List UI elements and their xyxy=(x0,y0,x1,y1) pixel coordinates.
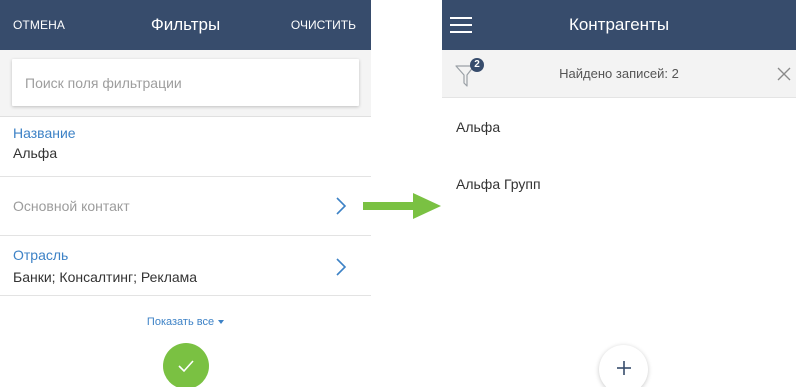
filter-field-name-label: Название xyxy=(13,125,76,141)
right-arrow-icon xyxy=(363,193,441,219)
caret-down-icon xyxy=(218,320,225,324)
check-icon xyxy=(178,360,194,373)
filter-field-name[interactable]: Название Альфа xyxy=(0,118,371,177)
active-filter-bar: 2 Найдено записей: 2 xyxy=(442,50,796,98)
filter-field-main-contact-label: Основной контакт xyxy=(13,198,130,214)
filter-search-area xyxy=(0,50,371,117)
chevron-right-icon xyxy=(335,257,347,277)
clear-button[interactable]: ОЧИСТИТЬ xyxy=(291,0,356,50)
chevron-right-icon xyxy=(335,196,347,216)
filter-field-industry-value: Банки; Консалтинг; Реклама xyxy=(13,269,198,285)
filter-field-industry-label: Отрасль xyxy=(13,247,69,263)
cancel-button[interactable]: ОТМЕНА xyxy=(13,0,65,50)
close-icon[interactable] xyxy=(776,66,792,82)
show-all-link[interactable]: Показать все xyxy=(0,316,371,328)
filter-field-name-value: Альфа xyxy=(13,145,58,161)
plus-icon xyxy=(617,361,631,375)
filter-field-industry[interactable]: Отрасль Банки; Консалтинг; Реклама xyxy=(0,236,371,296)
add-record-button[interactable] xyxy=(599,345,648,387)
found-records-text: Найдено записей: 2 xyxy=(559,66,679,81)
show-all-label: Показать все xyxy=(146,316,215,328)
apply-filters-button[interactable] xyxy=(163,343,209,387)
filters-screen: ОТМЕНА Фильтры ОЧИСТИТЬ Название Альфа О… xyxy=(0,0,371,387)
record-item[interactable]: Альфа Групп xyxy=(456,176,541,192)
contractors-screen: Контрагенты 2 Найдено записей: 2 Альфа А… xyxy=(442,0,796,387)
hamburger-icon[interactable] xyxy=(450,16,472,34)
filter-field-main-contact[interactable]: Основной контакт xyxy=(0,177,371,236)
filters-header: ОТМЕНА Фильтры ОЧИСТИТЬ xyxy=(0,0,371,50)
record-item[interactable]: Альфа xyxy=(456,119,500,135)
contractors-title: Контрагенты xyxy=(568,15,670,34)
filter-search-box xyxy=(12,59,359,106)
contractors-header: Контрагенты xyxy=(442,0,796,50)
filter-search-input[interactable] xyxy=(12,59,359,106)
